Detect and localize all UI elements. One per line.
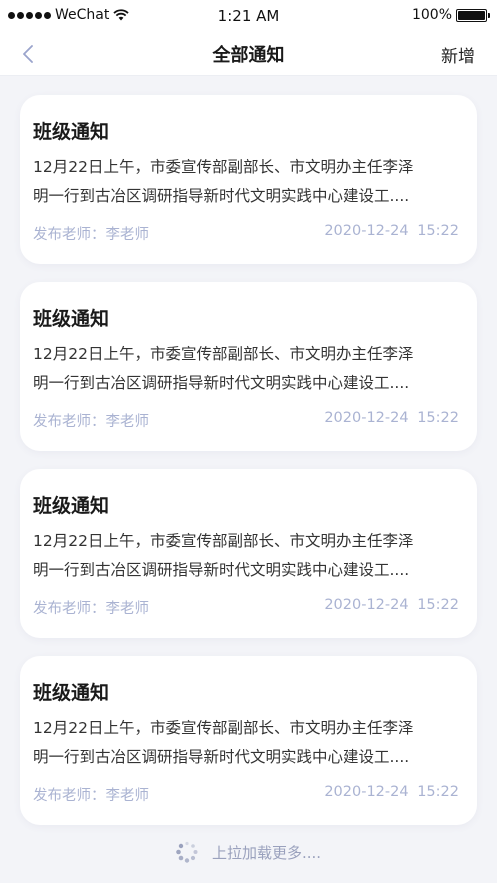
notice-body-line: 12月22日上午，市委宣传部副部长、市文明办主任李泽 — [33, 719, 414, 737]
battery-icon — [456, 8, 490, 22]
load-more-label: 上拉加载更多.... — [211, 843, 322, 862]
notice-datetime: 2020-12-24 15:22 — [324, 784, 459, 800]
notice-body: 12月22日上午，市委宣传部副部长、市文明办主任李泽 明一行到古冶区调研指导新时… — [33, 527, 465, 585]
notice-meta: 发布老师：李老师 2020-12-24 15:22 — [33, 223, 459, 244]
notice-teacher: 发布老师：李老师 — [33, 414, 149, 430]
add-button[interactable]: 新增 — [441, 42, 475, 67]
notice-list: 班级通知 12月22日上午，市委宣传部副部长、市文明办主任李泽 明一行到古冶区调… — [20, 95, 477, 843]
notice-body: 12月22日上午，市委宣传部副部长、市文明办主任李泽 明一行到古冶区调研指导新时… — [33, 714, 465, 772]
notice-datetime: 2020-12-24 15:22 — [324, 597, 459, 613]
notice-datetime: 2020-12-24 15:22 — [324, 223, 459, 239]
notice-body-line: 12月22日上午，市委宣传部副部长、市文明办主任李泽 — [33, 345, 414, 363]
status-bar: WeChat 1:21 AM 100% — [0, 0, 497, 32]
notice-card[interactable]: 班级通知 12月22日上午，市委宣传部副部长、市文明办主任李泽 明一行到古冶区调… — [20, 282, 477, 451]
notice-teacher: 发布老师：李老师 — [33, 601, 149, 617]
notice-title: 班级通知 — [33, 495, 110, 517]
notice-body-line: 12月22日上午，市委宣传部副部长、市文明办主任李泽 — [33, 532, 414, 550]
notice-body-line: 明一行到古冶区调研指导新时代文明实践中心建设工.... — [33, 561, 410, 579]
notice-body-line: 明一行到古冶区调研指导新时代文明实践中心建设工.... — [33, 187, 410, 205]
notice-teacher: 发布老师：李老师 — [33, 227, 149, 243]
load-more-indicator: 上拉加载更多.... — [0, 841, 497, 863]
notice-card[interactable]: 班级通知 12月22日上午，市委宣传部副部长、市文明办主任李泽 明一行到古冶区调… — [20, 656, 477, 825]
navigation-bar: 全部通知 新增 — [0, 32, 497, 76]
notice-card[interactable]: 班级通知 12月22日上午，市委宣传部副部长、市文明办主任李泽 明一行到古冶区调… — [20, 95, 477, 264]
notice-body-line: 明一行到古冶区调研指导新时代文明实践中心建设工.... — [33, 374, 410, 392]
page-title: 全部通知 — [212, 45, 285, 66]
loading-spinner-icon — [176, 841, 198, 863]
notice-datetime: 2020-12-24 15:22 — [324, 410, 459, 426]
notice-meta: 发布老师：李老师 2020-12-24 15:22 — [33, 597, 459, 618]
app-screen: WeChat 1:21 AM 100% 全部通知 新增 班级通知 12月22日上 — [0, 0, 497, 883]
notice-title: 班级通知 — [33, 682, 110, 704]
notice-title: 班级通知 — [33, 121, 110, 143]
notice-body-line: 明一行到古冶区调研指导新时代文明实践中心建设工.... — [33, 748, 410, 766]
notice-meta: 发布老师：李老师 2020-12-24 15:22 — [33, 410, 459, 431]
notice-card[interactable]: 班级通知 12月22日上午，市委宣传部副部长、市文明办主任李泽 明一行到古冶区调… — [20, 469, 477, 638]
notice-body: 12月22日上午，市委宣传部副部长、市文明办主任李泽 明一行到古冶区调研指导新时… — [33, 153, 465, 211]
notice-title: 班级通知 — [33, 308, 110, 330]
status-right: 100% — [411, 7, 490, 23]
notice-body-line: 12月22日上午，市委宣传部副部长、市文明办主任李泽 — [33, 158, 414, 176]
notice-body: 12月22日上午，市委宣传部副部长、市文明办主任李泽 明一行到古冶区调研指导新时… — [33, 340, 465, 398]
notice-meta: 发布老师：李老师 2020-12-24 15:22 — [33, 784, 459, 805]
battery-percent: 100% — [411, 7, 452, 23]
notice-teacher: 发布老师：李老师 — [33, 788, 149, 804]
